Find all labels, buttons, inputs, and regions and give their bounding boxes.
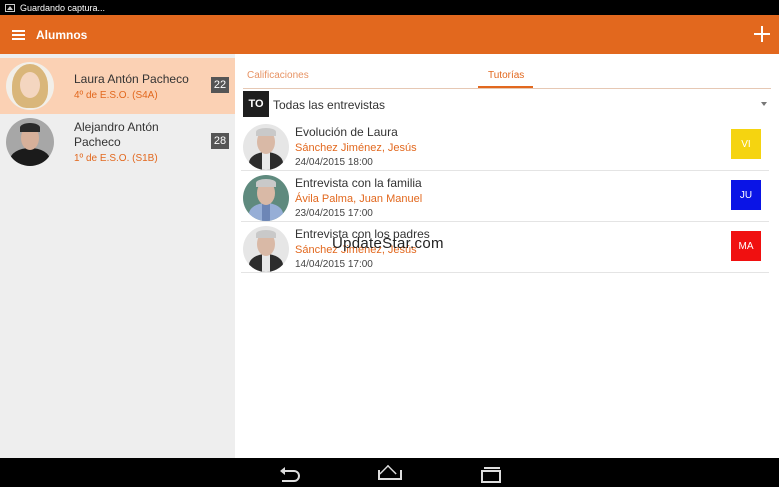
interview-filter-select[interactable]: TO Todas las entrevistas	[235, 90, 779, 118]
watermark: UpdateStar.com	[332, 235, 444, 252]
tab-tutorias[interactable]: Tutorías	[488, 70, 524, 81]
image-icon	[5, 3, 15, 12]
avatar	[243, 175, 289, 221]
avatar	[243, 226, 289, 272]
divider	[243, 88, 771, 89]
app-bar: Alumnos	[0, 15, 779, 54]
day-badge: VI	[731, 129, 761, 159]
interview-title: Entrevista con la familia	[295, 176, 422, 190]
home-icon[interactable]	[377, 464, 402, 482]
interview-item[interactable]: Evolución de Laura Sánchez Jiménez, Jesú…	[241, 121, 769, 171]
add-icon[interactable]	[753, 25, 771, 43]
hamburger-menu-icon[interactable]	[0, 15, 36, 54]
back-icon[interactable]	[279, 464, 303, 482]
tab-bar: Calificaciones Tutorías	[235, 54, 779, 89]
status-bar: Guardando captura...	[0, 0, 779, 15]
interview-item[interactable]: Entrevista con la familia Ávila Palma, J…	[241, 172, 769, 222]
navigation-bar	[0, 458, 779, 487]
student-name: Laura Antón Pacheco	[74, 71, 189, 86]
detail-panel: Calificaciones Tutorías TO Todas las ent…	[235, 54, 779, 458]
student-item[interactable]: Laura Antón Pacheco 4º de E.S.O. (S4A) 2…	[0, 58, 235, 114]
recent-apps-icon[interactable]	[477, 464, 501, 483]
avatar	[6, 118, 54, 166]
app-title: Alumnos	[36, 27, 88, 42]
count-badge: 22	[211, 77, 229, 93]
day-badge: JU	[731, 180, 761, 210]
avatar	[6, 62, 54, 110]
filter-badge: TO	[243, 91, 269, 117]
interview-title: Evolución de Laura	[295, 125, 398, 139]
content-area: Laura Antón Pacheco 4º de E.S.O. (S4A) 2…	[0, 54, 779, 458]
student-list: Laura Antón Pacheco 4º de E.S.O. (S4A) 2…	[0, 54, 235, 458]
avatar	[243, 124, 289, 170]
interview-people: Ávila Palma, Juan Manuel	[295, 193, 423, 205]
tab-calificaciones[interactable]: Calificaciones	[247, 70, 309, 81]
count-badge: 28	[211, 133, 229, 149]
student-name: Alejandro Antón Pacheco	[74, 120, 159, 149]
student-class: 1º de E.S.O. (S1B)	[74, 153, 158, 164]
day-badge: MA	[731, 231, 761, 261]
status-notification: Guardando captura...	[20, 2, 106, 13]
filter-label: Todas las entrevistas	[273, 98, 386, 112]
dropdown-arrow-icon[interactable]	[761, 102, 767, 106]
student-class: 4º de E.S.O. (S4A)	[74, 89, 158, 101]
interview-date: 23/04/2015 17:00	[295, 208, 373, 219]
interview-people: Sánchez Jiménez, Jesús	[295, 142, 417, 154]
interview-date: 24/04/2015 18:00	[295, 157, 373, 168]
interview-date: 14/04/2015 17:00	[295, 259, 373, 270]
interview-item[interactable]: Entrevista con los padres Sánchez Jiméne…	[241, 223, 769, 273]
student-item[interactable]: Alejandro Antón Pacheco 1º de E.S.O. (S1…	[0, 114, 235, 170]
